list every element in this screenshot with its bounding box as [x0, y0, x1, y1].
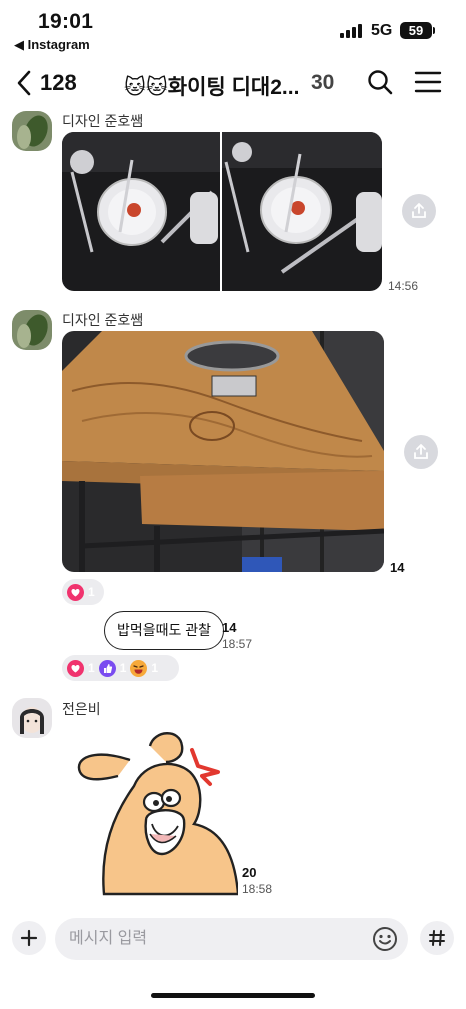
avatar[interactable] — [12, 111, 52, 151]
reaction-pill[interactable]: 1 — [62, 579, 104, 605]
hash-icon — [429, 930, 445, 946]
signal-icon — [340, 24, 362, 38]
share-icon — [412, 203, 426, 218]
share-icon — [414, 444, 428, 459]
network-type: 5G — [371, 22, 393, 39]
unread-count: 14 — [222, 620, 237, 635]
reaction-count: 1 — [119, 661, 127, 675]
heart-icon — [67, 583, 84, 601]
emoji-icon[interactable] — [371, 925, 399, 953]
message-time: 18:58 — [242, 882, 273, 896]
back-button[interactable]: 128 — [14, 66, 84, 100]
sender-name: 디자인 준호쌤 — [62, 312, 144, 328]
unread-count: 20 — [242, 865, 257, 880]
chat-header: 128 🐱🐱화이팅 디대2... 30 — [0, 60, 466, 106]
reaction-count: 1 — [88, 585, 95, 599]
menu-icon[interactable] — [414, 70, 442, 94]
unread-count: 14 — [390, 560, 405, 575]
reaction-count: 1 — [151, 661, 159, 675]
message-time: 14:56 — [388, 279, 419, 293]
battery-tip — [433, 27, 435, 34]
battery-icon: 59 — [400, 22, 432, 39]
member-count: 30 — [311, 71, 335, 94]
sticker[interactable] — [74, 728, 240, 896]
photo-thumbnail[interactable] — [62, 132, 220, 291]
message-time: 18:57 — [222, 637, 253, 651]
reaction-count: 1 — [88, 661, 95, 675]
thumbs-up-icon — [98, 659, 116, 677]
back-to-app-link[interactable]: ◀ Instagram — [14, 37, 90, 53]
message-bubble[interactable]: 밥먹을때도 관찰 — [104, 611, 225, 650]
heart-icon — [67, 659, 84, 677]
add-attachment-button[interactable] — [12, 921, 46, 955]
plus-icon — [20, 929, 38, 947]
status-bar: 19:01 ◀ Instagram 5G 59 — [0, 0, 466, 56]
avatar[interactable] — [12, 310, 52, 350]
sender-name: 전은비 — [62, 701, 101, 717]
message-input[interactable] — [69, 918, 359, 960]
hashtag-button[interactable] — [420, 921, 454, 955]
sender-name: 디자인 준호쌤 — [62, 113, 144, 129]
laugh-emoji-icon — [130, 659, 148, 677]
message-input-box[interactable] — [55, 918, 408, 960]
clock: 19:01 — [38, 10, 94, 33]
reaction-pill[interactable]: 1 1 1 — [62, 655, 179, 681]
home-indicator — [151, 993, 315, 998]
photo-thumbnail[interactable] — [62, 331, 384, 572]
chevron-left-icon — [17, 70, 31, 96]
share-button[interactable] — [404, 435, 438, 469]
share-button[interactable] — [402, 194, 436, 228]
chat-title[interactable]: 🐱🐱화이팅 디대2... — [124, 71, 299, 101]
photo-thumbnail[interactable] — [222, 132, 382, 291]
search-icon[interactable] — [366, 68, 394, 96]
back-unread-count: 128 — [40, 70, 77, 95]
avatar[interactable] — [12, 698, 52, 738]
